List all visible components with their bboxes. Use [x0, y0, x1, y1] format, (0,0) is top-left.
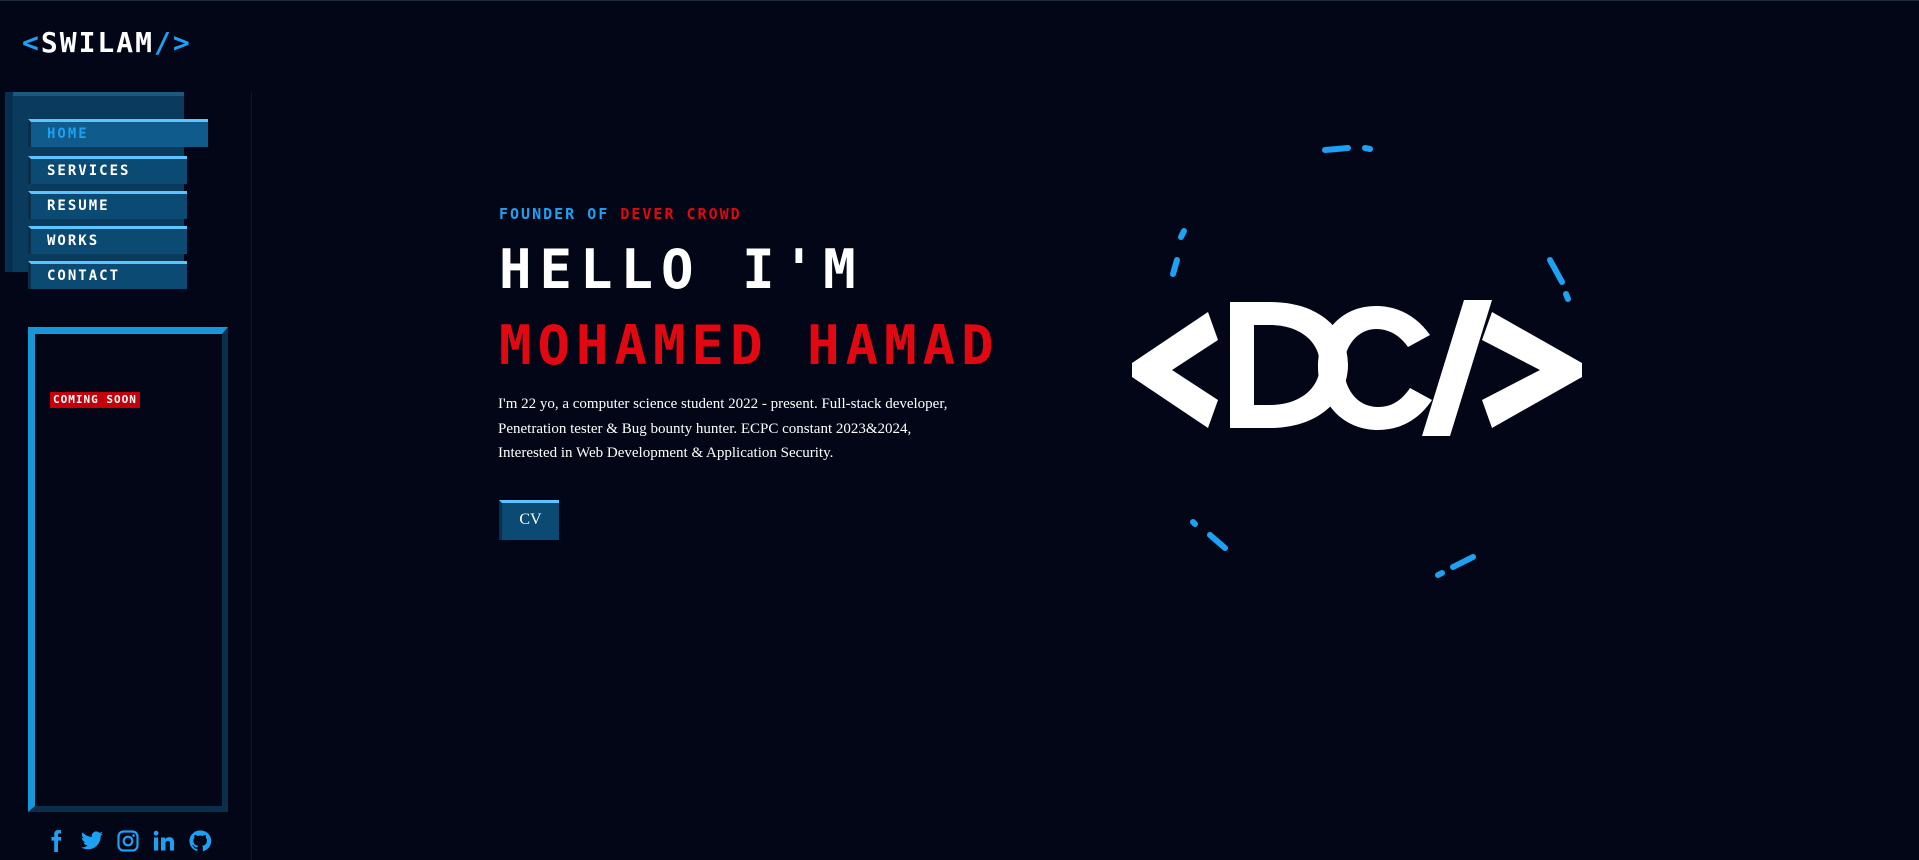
nav-item-services[interactable]: SERVICES — [28, 156, 187, 184]
nav-panel-shadow — [5, 92, 13, 272]
nav-item-contact[interactable]: CONTACT — [28, 261, 187, 289]
instagram-icon[interactable] — [116, 829, 140, 853]
bio-line: I'm 22 yo, a computer science student 20… — [498, 396, 948, 412]
top-border — [0, 0, 1919, 1]
founder-company: DEVER CROWD — [620, 205, 742, 223]
github-icon[interactable] — [188, 829, 212, 853]
bio-line: Penetration tester & Bug bounty hunter. … — [498, 420, 912, 437]
hero-greeting: HELLO I'M — [499, 238, 864, 301]
dc-logo-glyphs — [1132, 300, 1582, 436]
social-links — [44, 828, 212, 854]
logo-open-bracket: < — [22, 26, 41, 59]
sidebar-divider — [251, 92, 252, 860]
coming-soon-badge: COMING SOON — [50, 392, 140, 408]
logo-text: SWILAM — [40, 26, 155, 59]
site-logo[interactable]: <SWILAM/> — [22, 26, 192, 60]
coming-soon-panel: COMING SOON — [28, 327, 228, 812]
hero-bio: I'm 22 yo, a computer science student 20… — [498, 392, 998, 466]
bio-line: Interested in Web Development & Applicat… — [498, 445, 834, 461]
facebook-icon[interactable] — [44, 829, 68, 853]
cv-button[interactable]: CV — [499, 500, 559, 540]
twitter-icon[interactable] — [80, 829, 104, 853]
nav-item-resume[interactable]: RESUME — [28, 191, 187, 219]
nav-item-home[interactable]: HOME — [28, 119, 208, 147]
hero-name: MOHAMED HAMAD — [499, 314, 1000, 377]
founder-line: FOUNDER OF DEVER CROWD — [499, 204, 742, 224]
nav-item-works[interactable]: WORKS — [28, 226, 187, 254]
linkedin-icon[interactable] — [152, 829, 176, 853]
logo-close-bracket: /> — [154, 26, 192, 59]
dever-crowd-logo-graphic — [1132, 145, 1582, 578]
founder-prefix: FOUNDER OF — [499, 205, 610, 223]
